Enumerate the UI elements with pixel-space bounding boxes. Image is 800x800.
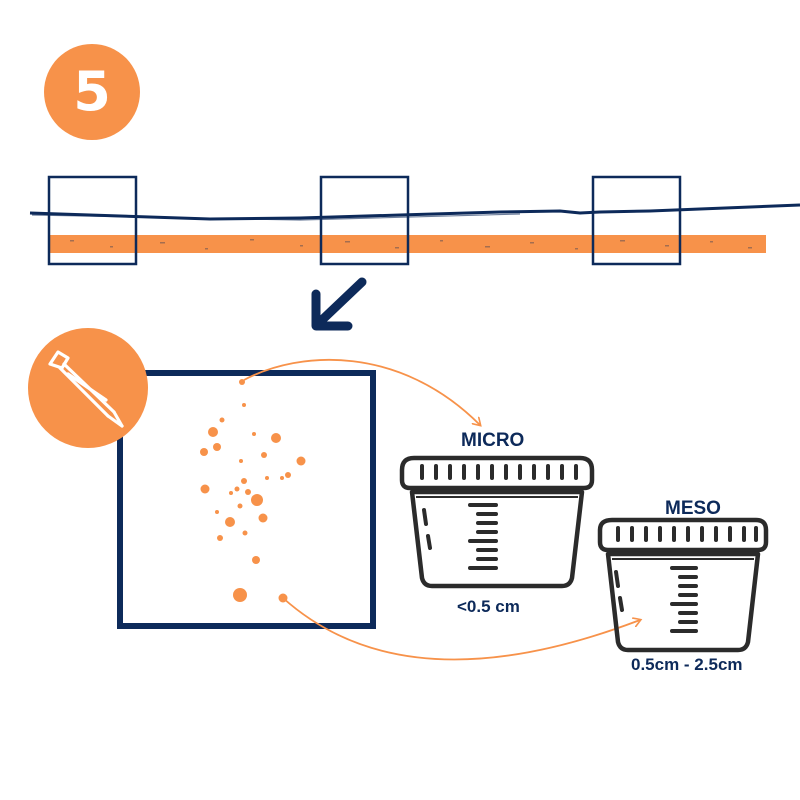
sampling-transect [29,175,800,266]
tweezers-icon [48,350,124,428]
sort-arrow-micro [243,358,480,425]
tool-badge [28,328,148,448]
micro-size-label: <0.5 cm [457,597,520,616]
arrow-down-left-icon [311,277,367,331]
specimen-cup-icon [597,517,769,653]
particles [200,379,306,603]
specimen-cup-icon [399,455,595,589]
step-number-badge: 5 [44,44,140,140]
diagram-stage: 5 MICRO <0.5 cm MESO 0.5cm - 2.5cm [0,0,800,800]
meso-size-label: 0.5cm - 2.5cm [631,655,743,674]
step-number: 5 [73,60,111,123]
zoomed-quadrat [117,370,376,629]
meso-label: MESO [665,498,721,519]
micro-label: MICRO [461,430,525,451]
zoomed-quadrat-frame [117,370,376,629]
